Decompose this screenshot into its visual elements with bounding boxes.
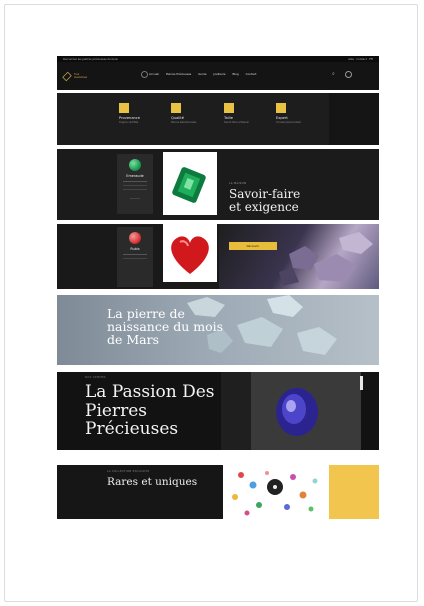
- expert-icon: [276, 103, 286, 113]
- gemstones-banner: [219, 224, 379, 289]
- birthstone-title-line-3: de Mars: [107, 332, 160, 347]
- card-button[interactable]: [130, 198, 140, 199]
- passion-band: NOS GEMMES La Passion Des Pierres Précie…: [57, 372, 379, 450]
- birthstone-band: La pierre de naissance du mois de Mars: [57, 295, 379, 365]
- colored-gems-image: [223, 465, 329, 519]
- account-icon[interactable]: [345, 71, 352, 78]
- gemstones-image: [279, 232, 373, 286]
- decouvrir-button[interactable]: Découvrir: [229, 242, 277, 250]
- passion-text-block: NOS GEMMES La Passion Des Pierres Précie…: [85, 376, 215, 439]
- nav-item-joaillerie[interactable]: Joaillerie: [214, 72, 226, 76]
- rares-text-block: LA COLLECTION EXCLUSIVE Rares et uniques: [107, 470, 197, 488]
- topbar-left-text: Découvrez les pierres précieuses du mois: [63, 57, 118, 61]
- ruby-card[interactable]: Rubis: [117, 227, 153, 287]
- passion-title-line-1: La Passion Des: [85, 382, 215, 402]
- site-logo[interactable]: Vos Gemmes: [62, 71, 88, 82]
- emerald-card[interactable]: Emeraude: [117, 154, 153, 214]
- feature-item: Expert Conseil personnalisé: [276, 103, 316, 124]
- feature-sub: Origine certifiée: [119, 121, 139, 124]
- topbar-right-text[interactable]: Aide · Contact · FR: [348, 58, 373, 61]
- emerald-gem-icon: [129, 159, 141, 171]
- rares-accent-block: [329, 465, 379, 519]
- card-divider: [123, 185, 147, 186]
- ruby-band: Rubis Découvrir: [57, 224, 379, 289]
- ruby-card-name: Rubis: [130, 247, 140, 251]
- logo-line-2: Gemmes: [74, 75, 88, 79]
- main-navigation-row: Vos Gemmes Accueil Pierres Précieuses Gu…: [57, 62, 379, 90]
- card-divider: [123, 254, 147, 255]
- passion-title-line-3: Précieuses: [85, 419, 179, 439]
- emerald-card-name: Emeraude: [126, 174, 144, 178]
- ruby-heart-image: [171, 236, 209, 274]
- features-side-panel: [329, 93, 379, 145]
- feature-sub: Conseil personnalisé: [276, 121, 301, 124]
- emerald-image: [172, 167, 206, 203]
- feature-sub: Pierres sélectionnées: [171, 121, 197, 124]
- savoir-kicker: LA MAISON: [229, 182, 247, 185]
- savoir-faire-band: Emeraude LA MAISON Savoir-faire et exige…: [57, 149, 379, 220]
- card-divider: [123, 258, 147, 259]
- feature-label: Provenance: [119, 116, 140, 120]
- ruby-photo: [163, 224, 217, 282]
- card-divider: [123, 189, 147, 190]
- card-divider: [123, 181, 147, 182]
- search-icon[interactable]: ⌕: [332, 72, 335, 77]
- savoir-title-line-2: et exigence: [229, 200, 299, 214]
- quality-icon: [171, 103, 181, 113]
- feature-item: Taille Savoir-faire artisanal: [224, 103, 264, 124]
- diamond-logo-icon: [62, 71, 72, 81]
- passion-kicker: NOS GEMMES: [85, 376, 106, 379]
- emerald-photo: [163, 152, 217, 215]
- nav-item-accueil[interactable]: Accueil: [149, 72, 159, 76]
- site-header: Découvrez les pierres précieuses du mois…: [57, 56, 379, 90]
- feature-item: Provenance Origine certifiée: [119, 103, 159, 124]
- rares-title: Rares et uniques: [107, 476, 198, 488]
- features-band: Provenance Origine certifiée Qualité Pie…: [57, 93, 379, 145]
- feature-label: Qualité: [171, 116, 184, 120]
- sapphire-image: [221, 372, 361, 450]
- nav-item-blog[interactable]: Blog: [232, 72, 238, 76]
- nav-menu: Accueil Pierres Précieuses Guide Joaille…: [149, 72, 257, 76]
- feature-item: Qualité Pierres sélectionnées: [171, 103, 211, 124]
- birthstone-text-block: La pierre de naissance du mois de Mars: [107, 307, 223, 346]
- nav-item-guide[interactable]: Guide: [198, 72, 206, 76]
- nav-item-contact[interactable]: Contact: [246, 72, 257, 76]
- slider-indicator[interactable]: [360, 376, 363, 390]
- feature-sub: Savoir-faire artisanal: [224, 121, 249, 124]
- feature-label: Expert: [276, 116, 288, 120]
- menu-toggle-icon[interactable]: [141, 71, 148, 78]
- rares-kicker: LA COLLECTION EXCLUSIVE: [107, 470, 150, 473]
- rares-band: LA COLLECTION EXCLUSIVE Rares et uniques: [57, 465, 379, 519]
- provenance-icon: [119, 103, 129, 113]
- savoir-text-block: LA MAISON Savoir-faire et exigence: [229, 182, 300, 214]
- feature-label: Taille: [224, 116, 234, 120]
- nav-item-pierres[interactable]: Pierres Précieuses: [166, 72, 191, 76]
- passion-title-line-2: Pierres: [85, 400, 147, 421]
- ruby-gem-icon: [129, 232, 141, 244]
- cut-icon: [224, 103, 234, 113]
